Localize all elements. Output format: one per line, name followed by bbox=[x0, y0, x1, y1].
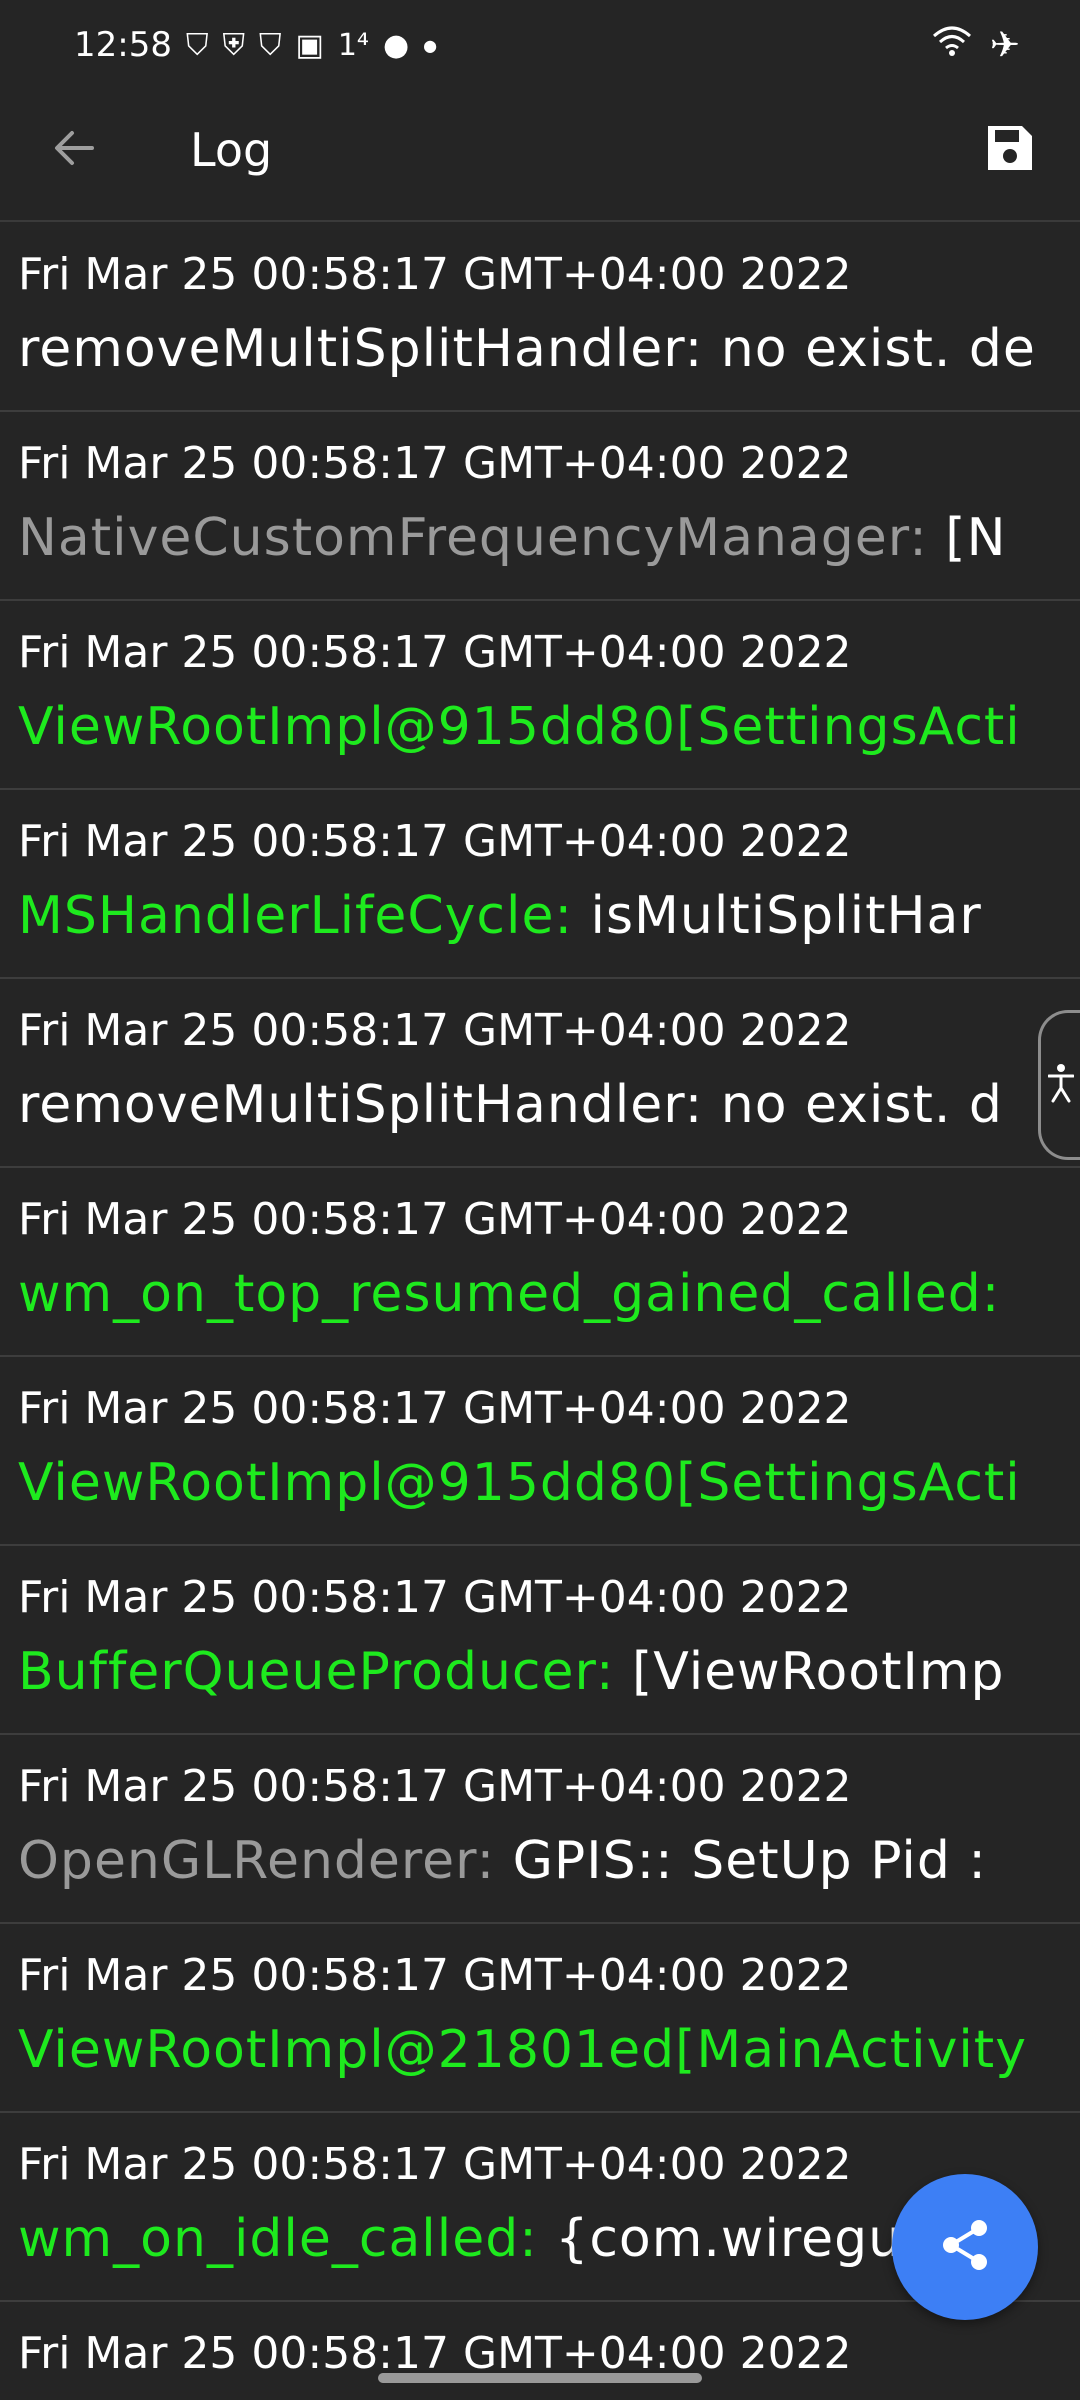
log-date: Fri Mar 25 00:58:17 GMT+04:00 2022 bbox=[18, 2328, 852, 2373]
log-message: [N bbox=[927, 508, 1007, 568]
status-time: 12:58 bbox=[74, 25, 172, 65]
log-line: removeMultiSplitHandler: no exist. de bbox=[18, 307, 1080, 391]
log-message: [ViewRootImp bbox=[614, 1642, 1005, 1702]
log-entry[interactable]: Fri Mar 25 00:58:17 GMT+04:00 2022 OpenG… bbox=[0, 1735, 1080, 1924]
log-entry[interactable]: Fri Mar 25 00:58:17 GMT+04:00 2022 Buffe… bbox=[0, 1546, 1080, 1735]
log-date: Fri Mar 25 00:58:17 GMT+04:00 2022 bbox=[18, 816, 852, 867]
shield-check-icon: ⛨ bbox=[222, 27, 245, 63]
back-button[interactable] bbox=[44, 120, 104, 180]
wifi-icon bbox=[932, 24, 972, 67]
log-entry[interactable]: Fri Mar 25 00:58:17 GMT+04:00 2022 remov… bbox=[0, 979, 1080, 1168]
shield-wifi-icon: ⛉ bbox=[185, 27, 209, 63]
accessibility-icon bbox=[1047, 1063, 1074, 1107]
log-entry[interactable]: Fri Mar 25 00:58:17 GMT+04:00 2022 remov… bbox=[0, 223, 1080, 412]
log-entry[interactable]: Fri Mar 25 00:58:17 GMT+04:00 2022 ViewR… bbox=[0, 601, 1080, 790]
log-line: OpenGLRenderer: GPIS:: SetUp Pid : bbox=[18, 1819, 1080, 1903]
log-date: Fri Mar 25 00:58:17 GMT+04:00 2022 bbox=[18, 1572, 852, 1623]
log-message: removeMultiSplitHandler: no exist. d bbox=[18, 1075, 1003, 1135]
log-date: Fri Mar 25 00:58:17 GMT+04:00 2022 bbox=[18, 1950, 852, 2001]
status-bar-left: 12:58 ⛉ ⛨ ⛉ ▣ 1⁴ ● ● bbox=[74, 25, 437, 65]
log-entry[interactable]: Fri Mar 25 00:58:17 GMT+04:00 2022 ViewR… bbox=[0, 1357, 1080, 1546]
log-line: BufferQueueProducer: [ViewRootImp bbox=[18, 1630, 1080, 1714]
log-message: isMultiSplitHar bbox=[572, 886, 982, 946]
log-date: Fri Mar 25 00:58:17 GMT+04:00 2022 bbox=[18, 438, 852, 489]
log-list[interactable]: Fri Mar 25 00:58:17 GMT+04:00 2022 remov… bbox=[0, 223, 1080, 2373]
log-tag: wm_on_top_resumed_gained_called: bbox=[18, 1264, 1001, 1324]
shield-wifi-icon: ⛉ bbox=[258, 27, 282, 63]
log-date: Fri Mar 25 00:58:17 GMT+04:00 2022 bbox=[18, 1383, 852, 1434]
log-entry[interactable]: Fri Mar 25 00:58:17 GMT+04:00 2022 bbox=[0, 2302, 1080, 2373]
log-entry[interactable]: Fri Mar 25 00:58:17 GMT+04:00 2022 Nativ… bbox=[0, 412, 1080, 601]
status-bar-right: ✈ bbox=[932, 24, 1020, 67]
log-tag: MSHandlerLifeCycle: bbox=[18, 886, 573, 946]
log-entry[interactable]: Fri Mar 25 00:58:17 GMT+04:00 2022 MSHan… bbox=[0, 790, 1080, 979]
log-message: GPIS:: SetUp Pid : bbox=[495, 1831, 987, 1891]
log-line: NativeCustomFrequencyManager: [N bbox=[18, 496, 1080, 580]
status-bar: 12:58 ⛉ ⛨ ⛉ ▣ 1⁴ ● ● ✈ bbox=[0, 0, 1080, 90]
fruit-icon: ● bbox=[382, 27, 410, 63]
log-line: ViewRootImpl@21801ed[MainActivity bbox=[18, 2008, 1080, 2092]
log-line: wm_on_top_resumed_gained_called: bbox=[18, 1252, 1080, 1336]
log-entry[interactable]: Fri Mar 25 00:58:17 GMT+04:00 2022 wm_on… bbox=[0, 1168, 1080, 1357]
arrow-left-icon bbox=[50, 124, 98, 176]
log-tag: BufferQueueProducer: bbox=[18, 1642, 615, 1702]
log-tag: NativeCustomFrequencyManager: bbox=[18, 508, 928, 568]
log-tag: ViewRootImpl@915dd80[SettingsActi bbox=[18, 1453, 1021, 1513]
airplane-icon: ✈ bbox=[989, 24, 1020, 66]
log-tag: ViewRootImpl@915dd80[SettingsActi bbox=[18, 697, 1021, 757]
share-icon bbox=[937, 2217, 993, 2277]
log-tag: wm_on_idle_called: bbox=[18, 2209, 538, 2269]
log-message: removeMultiSplitHandler: no exist. de bbox=[18, 319, 1036, 379]
log-date: Fri Mar 25 00:58:17 GMT+04:00 2022 bbox=[18, 627, 852, 678]
dot-icon: ● bbox=[423, 35, 438, 55]
log-date: Fri Mar 25 00:58:17 GMT+04:00 2022 bbox=[18, 1194, 852, 1245]
log-line: MSHandlerLifeCycle: isMultiSplitHar bbox=[18, 874, 1080, 958]
log-line: ViewRootImpl@915dd80[SettingsActi bbox=[18, 685, 1080, 769]
log-line: ViewRootImpl@915dd80[SettingsActi bbox=[18, 1441, 1080, 1525]
log-line: removeMultiSplitHandler: no exist. d bbox=[18, 1063, 1080, 1147]
accessibility-side-tab[interactable] bbox=[1038, 1010, 1080, 1160]
log-tag: ViewRootImpl@21801ed[MainActivity bbox=[18, 2020, 1027, 2080]
log-entry[interactable]: Fri Mar 25 00:58:17 GMT+04:00 2022 ViewR… bbox=[0, 1924, 1080, 2113]
share-button[interactable] bbox=[892, 2174, 1038, 2320]
log-date: Fri Mar 25 00:58:17 GMT+04:00 2022 bbox=[18, 1005, 852, 1056]
floppy-disk-icon bbox=[984, 122, 1036, 178]
log-tag: OpenGLRenderer: bbox=[18, 1831, 496, 1891]
page-title: Log bbox=[190, 123, 273, 177]
image-icon: ▣ bbox=[295, 27, 324, 63]
notification-count: 1⁴ bbox=[337, 27, 369, 63]
home-indicator[interactable] bbox=[378, 2373, 702, 2383]
app-bar: Log bbox=[0, 90, 1080, 222]
save-button[interactable] bbox=[976, 116, 1044, 184]
log-date: Fri Mar 25 00:58:17 GMT+04:00 2022 bbox=[18, 1761, 852, 1812]
log-date: Fri Mar 25 00:58:17 GMT+04:00 2022 bbox=[18, 249, 852, 300]
